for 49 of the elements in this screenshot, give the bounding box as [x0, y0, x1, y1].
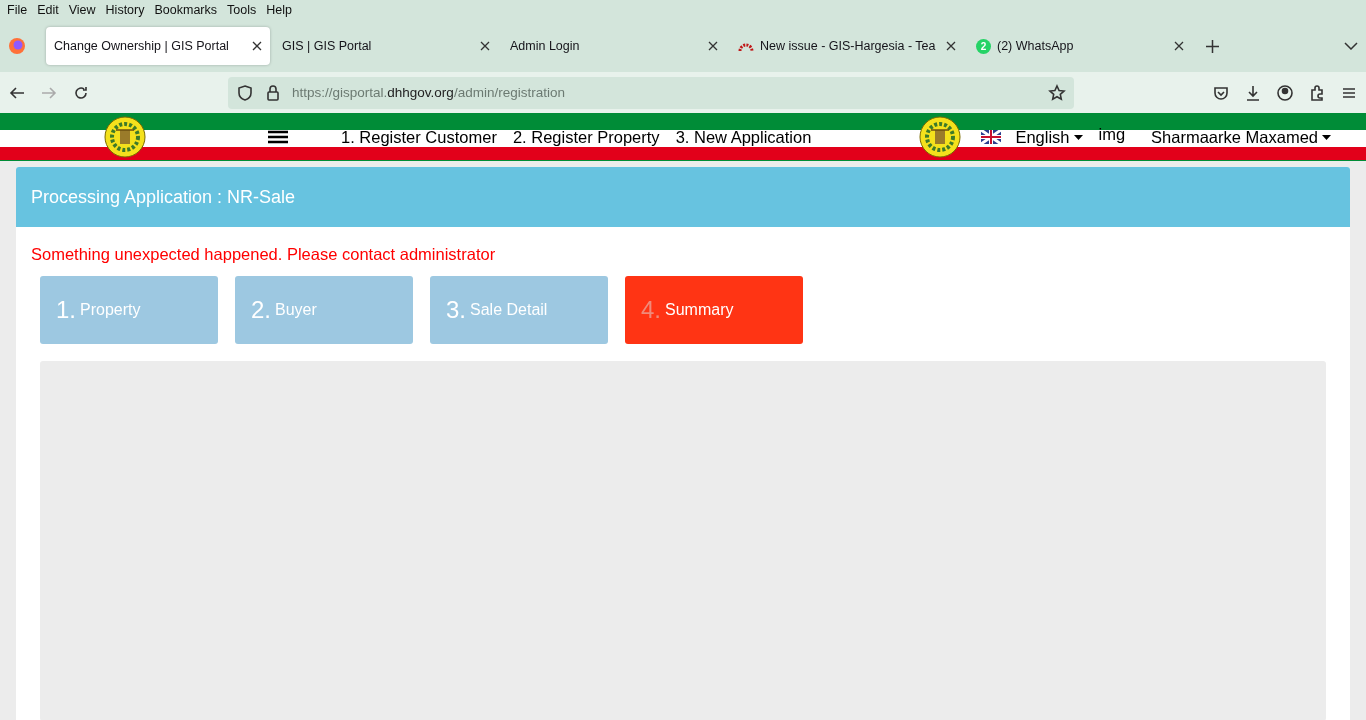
close-icon[interactable]: [946, 41, 956, 51]
nav-link[interactable]: 3. New Application: [675, 127, 812, 147]
lock-icon[interactable]: [264, 83, 282, 102]
menu-item[interactable]: Edit: [32, 3, 64, 17]
url-text: https://gisportal.dhhgov.org/admin/registration: [292, 85, 565, 100]
emblem-icon: [104, 116, 146, 158]
close-icon[interactable]: [708, 41, 718, 51]
close-icon[interactable]: [252, 41, 262, 51]
tab-title: (2) WhatsApp: [997, 39, 1075, 53]
tab-title: New issue - GIS-Hargesia - Tea: [760, 39, 937, 53]
hamburger-icon[interactable]: [268, 130, 288, 144]
tab-title: Change Ownership | GIS Portal: [54, 39, 230, 53]
error-message: Something unexpected happened. Please contact administrator: [30, 244, 497, 264]
menu-item[interactable]: History: [100, 3, 150, 17]
menu-item[interactable]: Help: [261, 3, 297, 17]
menu-item[interactable]: View: [63, 3, 101, 17]
caret-icon: [1073, 134, 1083, 140]
menu-item[interactable]: Tools: [222, 3, 262, 17]
browser-tab[interactable]: GIS | GIS Portal: [274, 27, 498, 65]
user-dropdown[interactable]: Sharmaarke Maxamed: [1151, 127, 1331, 147]
tab-title: Admin Login: [510, 39, 581, 53]
close-icon[interactable]: [480, 41, 490, 51]
nav-link[interactable]: 2. Register Property: [512, 127, 660, 147]
download-icon[interactable]: [1244, 83, 1262, 102]
flag-icon: [981, 130, 1002, 144]
tab-title: GIS | GIS Portal: [282, 39, 373, 53]
nav-link[interactable]: 1. Register Customer: [341, 127, 497, 147]
chat-badge: 2: [976, 38, 991, 54]
address-bar[interactable]: https://gisportal.dhhgov.org/admin/registration: [228, 76, 1074, 109]
caret-icon: [1322, 134, 1331, 140]
account-icon[interactable]: [1276, 83, 1294, 102]
broken-image-text: img: [1098, 126, 1126, 142]
shield-icon[interactable]: [236, 83, 254, 102]
star-icon[interactable]: [1048, 83, 1066, 102]
chevron-down-icon[interactable]: [1344, 42, 1358, 50]
emblem-icon: [919, 116, 962, 158]
plus-icon[interactable]: [1206, 39, 1219, 53]
browser-logo-icon[interactable]: [8, 37, 26, 55]
browser-tab[interactable]: Change Ownership | GIS Portal: [46, 27, 270, 65]
step-tab[interactable]: 4. Summary: [625, 276, 803, 344]
extensions-icon[interactable]: [1308, 83, 1326, 102]
panel-title: Processing Application : NR-Sale: [16, 167, 1350, 227]
language-dropdown[interactable]: English: [1015, 127, 1083, 147]
browser-tab[interactable]: 2 (2) WhatsApp: [968, 27, 1192, 65]
close-icon[interactable]: [1174, 41, 1184, 51]
browser-tab[interactable]: Admin Login: [502, 27, 726, 65]
menu-item[interactable]: File: [2, 3, 33, 17]
menu-item[interactable]: Bookmarks: [149, 3, 222, 17]
browser-tab[interactable]: New issue - GIS-Hargesia - Tea: [730, 27, 964, 65]
